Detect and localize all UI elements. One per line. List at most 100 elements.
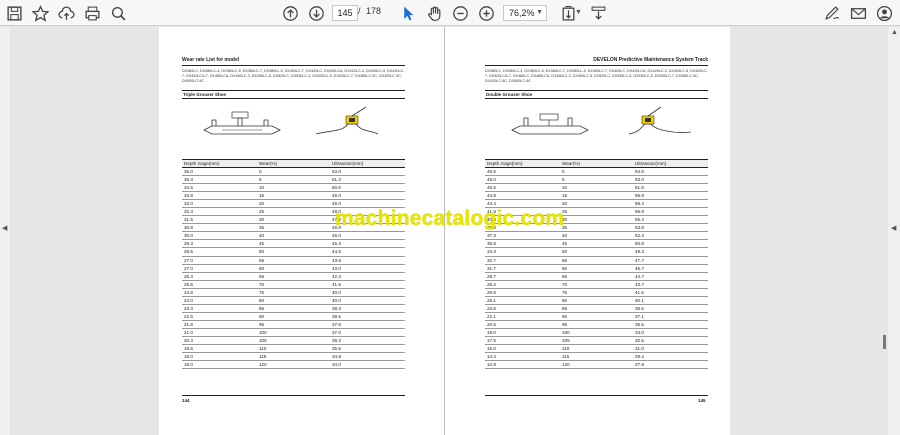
vertical-scrollbar-thumb[interactable] [883,335,886,349]
table-row: 14.4 115 29.4 [485,352,708,362]
depth-gage-cell: 14.4 [485,352,560,362]
ultrasonic-cell: 56.9 [633,207,708,217]
table-row: 20.3 105 36.3 [182,336,405,346]
wear-cell: 45 [560,239,633,249]
ultrasonic-cell: 50.8 [633,239,708,249]
depth-gage-cell: 12.9 [485,360,560,370]
zoom-level-select[interactable]: 76,2% ▼ [503,5,547,21]
scroll-up-icon[interactable]: ▲ [891,29,898,36]
ultrasonic-cell: 36.3 [330,336,405,346]
left-section-title: Triple Grouser Shoe [182,90,405,99]
chevron-down-icon: ▼ [536,9,543,16]
wear-cell: 95 [560,320,633,329]
depth-gauge-drawing-right [628,106,692,135]
table-row: 16.0 110 31.0 [485,344,708,354]
table-row: 26.3 65 42.3 [182,272,405,281]
depth-gage-cell: 22.5 [182,312,257,321]
wear-cell: 70 [560,280,633,289]
page-separator: / [358,6,361,16]
ultrasonic-cell: 58.4 [633,199,708,209]
depth-gage-cell: 19.0 [485,328,560,337]
table-row: 25.5 70 41.5 [182,280,405,289]
upload-cloud-icon[interactable] [56,3,76,23]
wear-cell: 65 [257,272,330,281]
table-row: 35.8 45 50.8 [485,239,708,249]
ultrasonic-cell: 35.5 [330,344,405,354]
depth-gage-cell: 34.3 [485,247,560,257]
expand-left-icon[interactable]: ◀ [2,224,7,232]
table-row: 12.9 120 27.9 [485,360,708,370]
save-icon[interactable] [4,3,24,23]
bookmark-star-icon[interactable] [30,3,50,23]
expand-right-icon[interactable]: ◀ [891,224,896,232]
scroll-mode-icon[interactable] [588,3,608,23]
table-row: 46.5 10 61.5 [485,183,708,193]
wear-cell: 55 [560,256,633,265]
ultrasonic-cell: 38.3 [330,304,405,313]
page-down-icon[interactable] [306,3,326,23]
wear-cell: 0 [560,167,633,177]
ultrasonic-cell: 44.5 [330,247,405,257]
ultrasonic-cell: 49.3 [633,247,708,257]
sign-icon[interactable] [822,3,842,23]
depth-gage-cell: 26.6 [485,288,560,297]
col-header-ultrasonic: Ultrasonic(mm) [633,159,708,168]
left-shoe-illustrations [182,99,405,159]
ultrasonic-cell: 37.0 [330,328,405,337]
depth-gage-cell: 23.3 [182,304,257,313]
depth-gage-cell: 17.5 [485,336,560,346]
depth-gage-cell: 25.5 [182,280,257,289]
left-page-header: Wear rate List for model [182,57,405,66]
ultrasonic-cell: 64.5 [633,167,708,177]
table-row: 18.0 115 34.8 [182,352,405,362]
ultrasonic-cell: 38.5 [330,312,405,321]
depth-gage-cell: 27.0 [182,264,257,273]
email-icon[interactable] [848,3,868,23]
col-header-wear: Wear(%) [257,159,330,168]
print-icon[interactable] [82,3,102,23]
table-row: 32.7 55 47.7 [485,256,708,265]
col-header-depth-gage: Depth Gage(mm) [182,159,257,168]
zoom-search-icon[interactable] [108,3,128,23]
table-row: 31.7 60 46.7 [485,264,708,273]
page-number-input[interactable]: 145 [332,5,358,21]
depth-gage-cell: 19.5 [182,344,257,354]
table-row: 23.3 85 38.3 [182,304,405,313]
ultrasonic-cell: 37.1 [633,312,708,321]
depth-gage-cell: 21.8 [182,320,257,329]
wear-cell: 100 [257,328,330,337]
wear-cell: 120 [257,360,330,370]
table-row: 36.0 0 53.0 [182,167,405,177]
ultrasonic-cell: 52.3 [633,231,708,241]
ultrasonic-cell: 41.5 [330,280,405,289]
wear-cell: 5 [560,175,633,185]
select-cursor-icon[interactable] [398,3,418,23]
right-nav-panel[interactable]: ▲ ◀ [888,27,900,435]
left-wear-table: Depth Gage(mm) Wear(%) Ultrasonic(mm) 36… [182,159,405,370]
wear-cell: 105 [257,336,330,346]
table-row: 33.8 15 49.0 [182,191,405,201]
table-row: 49.5 0 64.5 [485,167,708,177]
ultrasonic-cell: 40.0 [330,296,405,305]
depth-gage-cell: 28.2 [485,280,560,289]
depth-gage-cell: 30.0 [182,231,257,241]
table-row: 21.0 100 37.0 [182,328,405,337]
fit-page-chevron-icon[interactable]: ▼ [575,9,582,16]
hand-icon[interactable] [424,3,444,23]
wear-cell: 10 [257,183,330,193]
table-row: 27.0 55 43.8 [182,256,405,265]
depth-gage-cell: 20.5 [485,320,560,329]
wear-cell: 25 [560,207,633,217]
depth-gauge-drawing [315,106,379,135]
page-up-icon[interactable] [280,3,300,23]
left-nav-panel-toggle[interactable]: ◀ [0,27,10,435]
zoom-out-icon[interactable] [450,3,470,23]
left-header-title: Wear rate List for model [182,57,240,63]
zoom-in-icon[interactable] [476,3,496,23]
account-icon[interactable] [874,3,894,23]
table-row: 22.5 90 38.5 [182,312,405,321]
wear-cell: 50 [560,247,633,257]
zoom-level-value: 76,2% [509,8,535,18]
wear-cell: 50 [257,247,330,257]
ultrasonic-cell: 45.3 [330,239,405,249]
